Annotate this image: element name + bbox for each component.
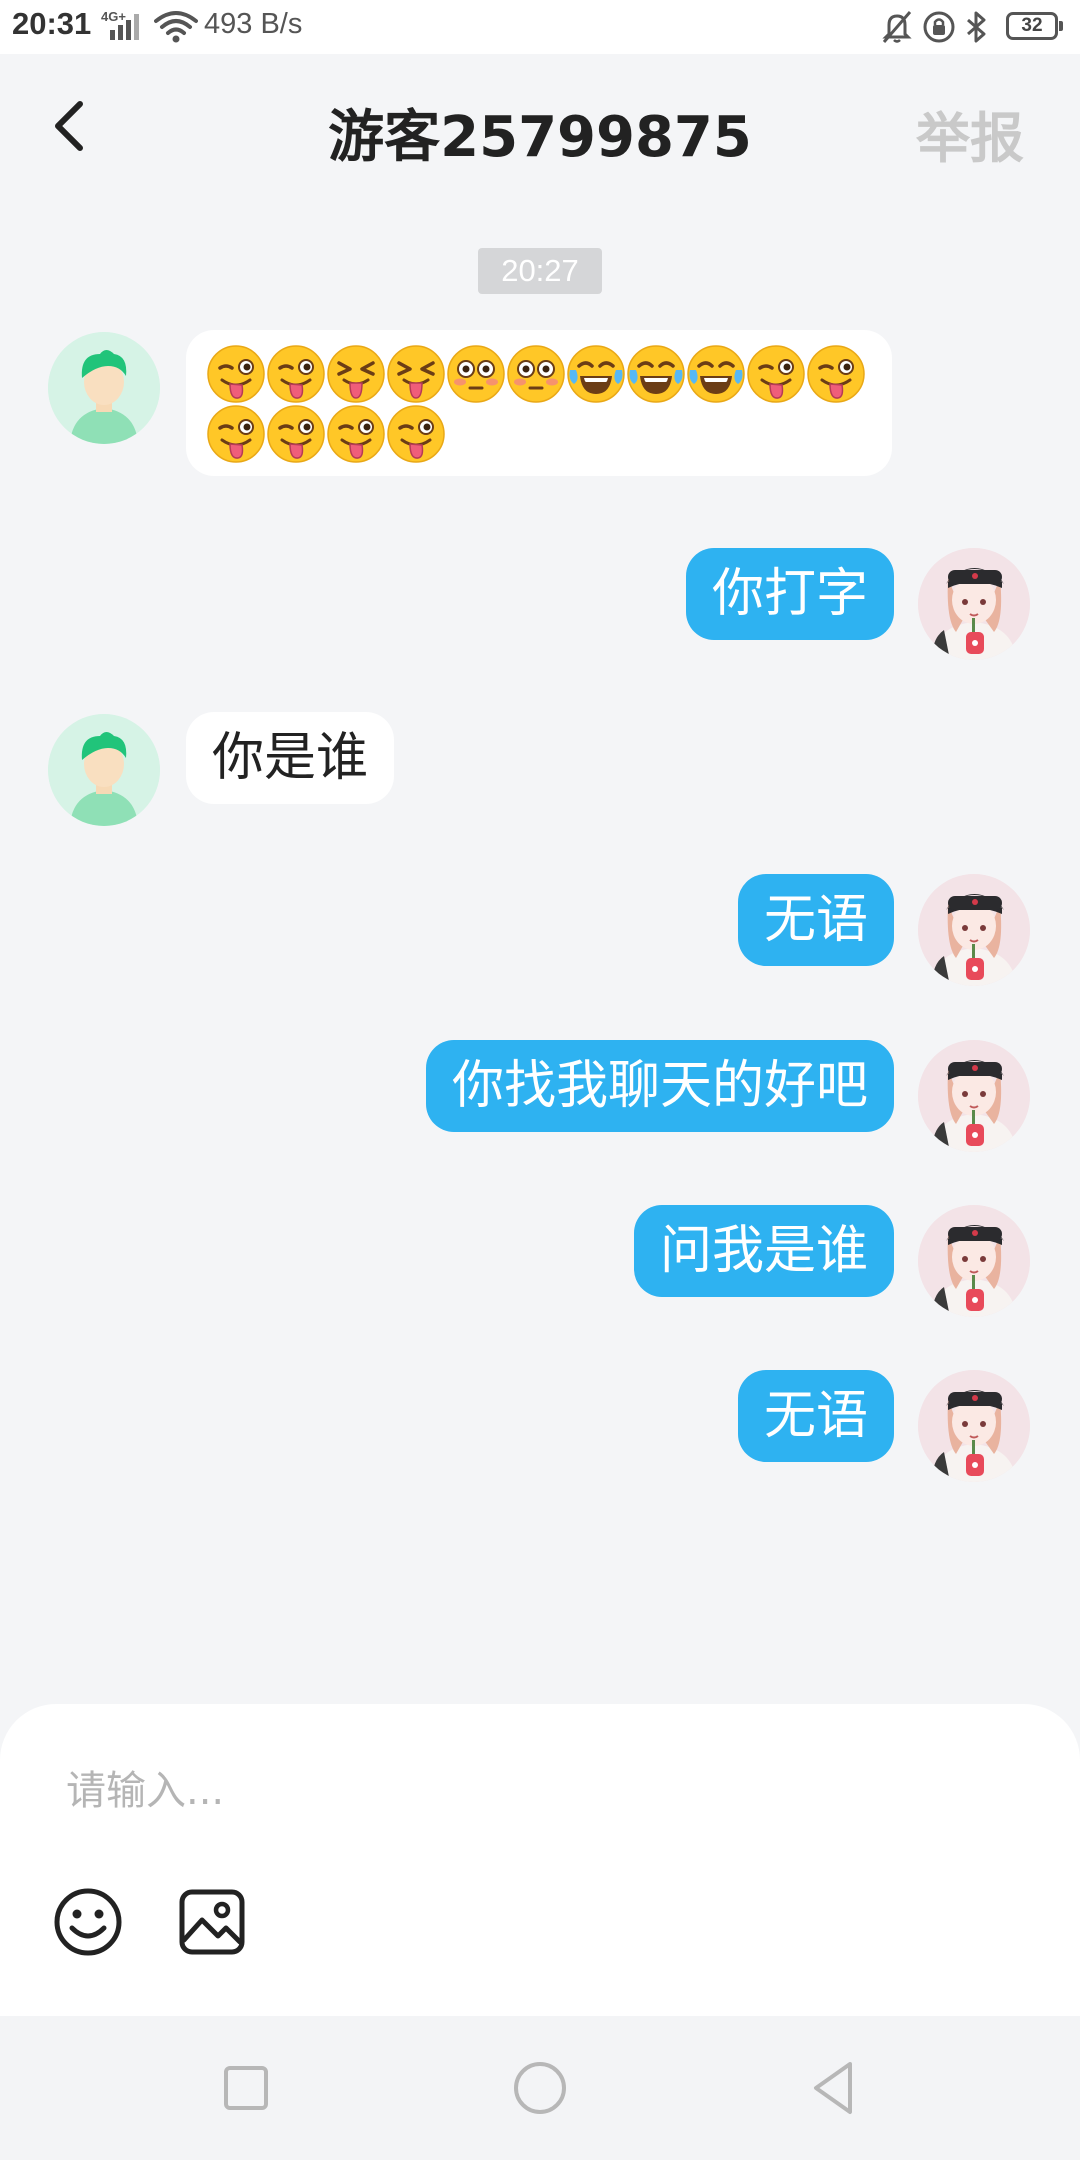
report-button[interactable]: 举报 [916,94,1024,173]
squinting-tongue-emoji [326,344,386,404]
bluetooth-icon [967,11,986,43]
my-avatar[interactable] [918,1040,1030,1152]
squinting-tongue-emoji [386,344,446,404]
message-timestamp: 20:27 [478,248,602,294]
input-panel [0,1704,1080,2016]
lock-rotation-icon [923,11,955,43]
status-bar: 20:31 4G+ 493 B/s 32 [0,0,1080,54]
outgoing-message-bubble[interactable]: 无语 [737,874,894,966]
incoming-message-bubble[interactable]: 你是谁 [186,712,395,804]
chat-header: 游客25799875 举报 [0,54,1080,194]
winking-tongue-emoji [746,344,806,404]
my-avatar[interactable] [918,1205,1030,1317]
winking-tongue-emoji [266,404,326,464]
winking-tongue-emoji [206,344,266,404]
tears-of-joy-emoji [626,344,686,404]
battery-icon: 32 [1006,12,1063,40]
winking-tongue-emoji [326,404,386,464]
system-nav-bar [0,2016,1080,2160]
incoming-emoji-bubble[interactable] [186,330,892,476]
smiley-icon[interactable] [50,1884,126,1960]
back-triangle-icon[interactable] [802,2056,866,2120]
wifi-icon [154,11,198,43]
my-avatar[interactable] [918,548,1030,660]
outgoing-message-bubble[interactable]: 问我是谁 [633,1205,894,1297]
signal-icon [110,14,139,40]
home-icon[interactable] [508,2056,572,2120]
message-input[interactable] [64,1750,1008,1832]
mute-bell-icon [882,11,912,43]
winking-tongue-emoji [206,404,266,464]
winking-tongue-emoji [266,344,326,404]
outgoing-message-bubble[interactable]: 你找我聊天的好吧 [425,1040,894,1132]
flushed-emoji [506,344,566,404]
user-avatar[interactable] [48,332,160,444]
flushed-emoji [446,344,506,404]
network-speed: 493 B/s [204,8,303,40]
my-avatar[interactable] [918,874,1030,986]
image-icon[interactable] [174,1884,250,1960]
recent-apps-icon[interactable] [214,2056,278,2120]
emoji-list [206,344,886,464]
outgoing-message-bubble[interactable]: 你打字 [685,548,894,640]
outgoing-message-bubble[interactable]: 无语 [737,1370,894,1462]
user-avatar[interactable] [48,714,160,826]
winking-tongue-emoji [386,404,446,464]
status-time: 20:31 [12,6,92,41]
my-avatar[interactable] [918,1370,1030,1482]
tears-of-joy-emoji [566,344,626,404]
winking-tongue-emoji [806,344,866,404]
tears-of-joy-emoji [686,344,746,404]
